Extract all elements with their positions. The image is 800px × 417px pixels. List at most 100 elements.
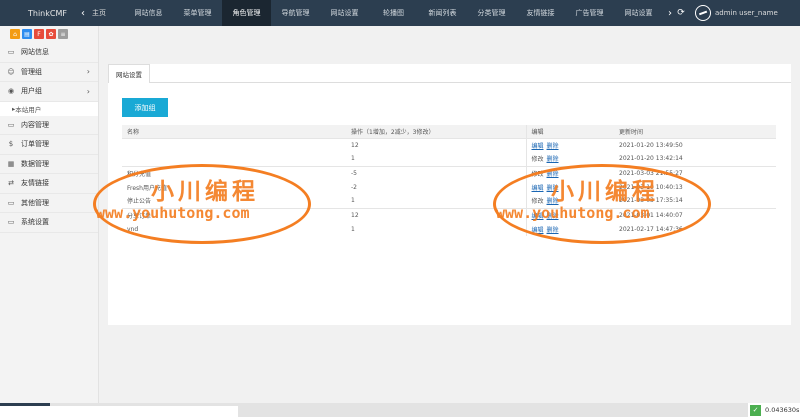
sidebar-subitem-label: 本站用户 [15, 105, 42, 114]
cell-actions: 编辑 删除 [525, 207, 614, 222]
tab-home[interactable]: 主页 [88, 8, 124, 18]
refresh-icon[interactable]: ⟳ [675, 8, 687, 18]
cell-name: 积分充值 [122, 165, 346, 180]
cell-operation: 1 [351, 225, 355, 233]
sidebar-item-label: 系统设置 [21, 218, 49, 227]
edit-link[interactable]: 编辑 [532, 143, 544, 150]
chevron-right-icon: › [86, 67, 90, 77]
sidebar-item[interactable]: ▭ 其他管理 [0, 194, 98, 213]
user-name-dropdown[interactable]: admin user_name [715, 9, 778, 17]
edit-link[interactable]: 编辑 [532, 227, 544, 234]
delete-link[interactable]: 删除 [547, 143, 559, 150]
sidebar-item[interactable]: $ 订单管理 [0, 135, 98, 155]
delete-link[interactable]: 删除 [547, 185, 559, 192]
gear-icon[interactable]: ✿ [46, 29, 56, 39]
cell-name: 停止公告 [127, 198, 152, 206]
avatar[interactable] [695, 5, 711, 21]
cell-name: vnd [127, 225, 139, 233]
modify-link[interactable]: 修改 [532, 198, 544, 205]
delete-link[interactable]: 删除 [547, 198, 559, 205]
table-header-row: 名称 操作（1增加，2减少，3修改） 编辑 更新时间 [122, 125, 776, 139]
tabs-scroll-right-button[interactable]: › [665, 8, 675, 19]
cell-operation: 1 [351, 155, 355, 163]
table-row: 分享订单 12 编辑 删除 2021-03-01 14:40:07 [122, 207, 776, 222]
cell-updated-time: 2021-01-20 13:49:50 [614, 137, 776, 152]
tab-site-settings[interactable]: 网站设置 [108, 64, 150, 83]
timer-value: 0.043630s [765, 406, 800, 414]
delete-link[interactable]: 删除 [547, 156, 559, 163]
sidebar: ⌂ ▤ F ✿ ≡ ▭ 网站信息 ☺ 管理组 › ◉ 用户组 › ▸ 本站用户 ▭ 内容管理 $ 订单管理 ▦ 数据… [0, 26, 99, 403]
monitor-icon: ▭ [7, 218, 15, 227]
cell-updated-time: 2021-03-03 21:55:27 [614, 165, 776, 180]
tab-item[interactable]: 新闻列表 [418, 0, 467, 26]
cell-name: 分享订单 [122, 207, 346, 222]
modify-link[interactable]: 修改 [532, 171, 544, 178]
sidebar-item[interactable]: ▦ 数据管理 [0, 155, 98, 174]
sidebar-item[interactable]: ◉ 用户组 › [0, 82, 98, 102]
sidebar-item[interactable]: ☺ 管理组 › [0, 63, 98, 82]
brand-logo[interactable]: ThinkCMF [0, 9, 78, 18]
tab-item[interactable]: 分类管理 [467, 0, 516, 26]
cell-updated-time: 2021-01-20 13:42:14 [619, 155, 683, 163]
sidebar-item[interactable]: ▭ 系统设置 [0, 213, 98, 233]
cell-updated-time: 2021-03-03 17:35:14 [619, 197, 683, 205]
modify-link[interactable]: 修改 [532, 156, 544, 163]
sidebar-subitem[interactable]: ▸ 本站用户 [0, 101, 98, 116]
dollar-icon: $ [8, 140, 14, 149]
table-row: 1 修改 删除 2021-01-20 13:42:14 [122, 152, 776, 166]
edit-link[interactable]: 编辑 [532, 213, 544, 220]
edit-link[interactable]: 编辑 [532, 185, 544, 192]
cell-actions: 修改 删除 [525, 194, 614, 208]
column-header-edit[interactable]: 编辑 [525, 125, 614, 139]
cell-operation: 12 [346, 207, 526, 222]
exchange-icon: ⇄ [8, 179, 14, 188]
sidebar-item-label: 管理组 [21, 67, 42, 76]
delete-link[interactable]: 删除 [547, 171, 559, 178]
tab-item[interactable]: 网站设置 [320, 0, 369, 26]
table-row: 积分充值 -5 修改 删除 2021-03-03 21:55:27 [122, 165, 776, 180]
debug-timer[interactable]: ✓ 0.043630s [748, 403, 800, 417]
delete-link[interactable]: 删除 [547, 213, 559, 220]
column-header-updated[interactable]: 更新时间 [614, 125, 776, 139]
sidebar-item[interactable]: ▭ 网站信息 [0, 43, 98, 63]
sidebar-item[interactable]: ⇄ 友情链接 [0, 174, 98, 194]
sidebar-item-label: 友情链接 [21, 179, 49, 188]
cell-actions: 编辑 删除 [525, 180, 614, 194]
tab-divider [150, 82, 791, 83]
sidebar-item[interactable]: ▭ 内容管理 [0, 116, 98, 135]
cell-name: Fresh用户充值 [127, 184, 167, 192]
list-icon[interactable]: ≡ [58, 29, 68, 39]
flag-icon[interactable]: F [34, 29, 44, 39]
top-navbar: ThinkCMF ‹ 主页 网站信息 菜单管理 角色管理 导航管理 网站设置 轮播图 新闻列… [0, 0, 800, 26]
sidebar-item-label: 网站信息 [21, 48, 49, 57]
chart-icon: ▦ [7, 159, 15, 168]
tab-item[interactable]: 网站信息 [124, 0, 173, 26]
tab-item[interactable]: 友情链接 [516, 0, 565, 26]
cell-operation: 1 [351, 197, 355, 205]
tabs-scroll-left-button[interactable]: ‹ [78, 8, 88, 19]
quick-actions: ⌂ ▤ F ✿ ≡ [0, 26, 98, 43]
sidebar-item-label: 用户组 [21, 87, 42, 96]
tab-strip: 网站信息 菜单管理 角色管理 导航管理 网站设置 轮播图 新闻列表 分类管理 友情链接 广告管理网… [124, 0, 663, 26]
delete-link[interactable]: 删除 [547, 227, 559, 234]
bottom-bar: ✓ 0.043630s [0, 403, 800, 417]
bottom-panel [0, 406, 238, 417]
doc-icon[interactable]: ▤ [22, 29, 32, 39]
tab-item[interactable]: 导航管理 [271, 0, 320, 26]
tab-item[interactable]: 广告管理 [565, 0, 614, 26]
tab-item[interactable]: 轮播图 [369, 0, 418, 26]
column-header-operation[interactable]: 操作（1增加，2减少，3修改） [346, 125, 526, 139]
add-group-button[interactable]: 添加组 [122, 98, 168, 117]
tab-item[interactable]: 角色管理 [222, 0, 271, 26]
cell-name [122, 152, 346, 166]
user-icon: ◉ [7, 87, 15, 96]
sidebar-item-label: 其他管理 [21, 198, 49, 207]
tab-item[interactable]: 菜单管理 [173, 0, 222, 26]
cell-actions: 修改 删除 [525, 165, 614, 180]
home-icon[interactable]: ⌂ [10, 29, 20, 39]
debug-logo-icon: ✓ [750, 404, 761, 416]
sidebar-item-label: 订单管理 [21, 140, 49, 149]
monitor-icon: ▭ [7, 48, 15, 57]
tab-item[interactable]: 网站设置 [614, 0, 663, 26]
column-header-name[interactable]: 名称 [122, 125, 346, 139]
